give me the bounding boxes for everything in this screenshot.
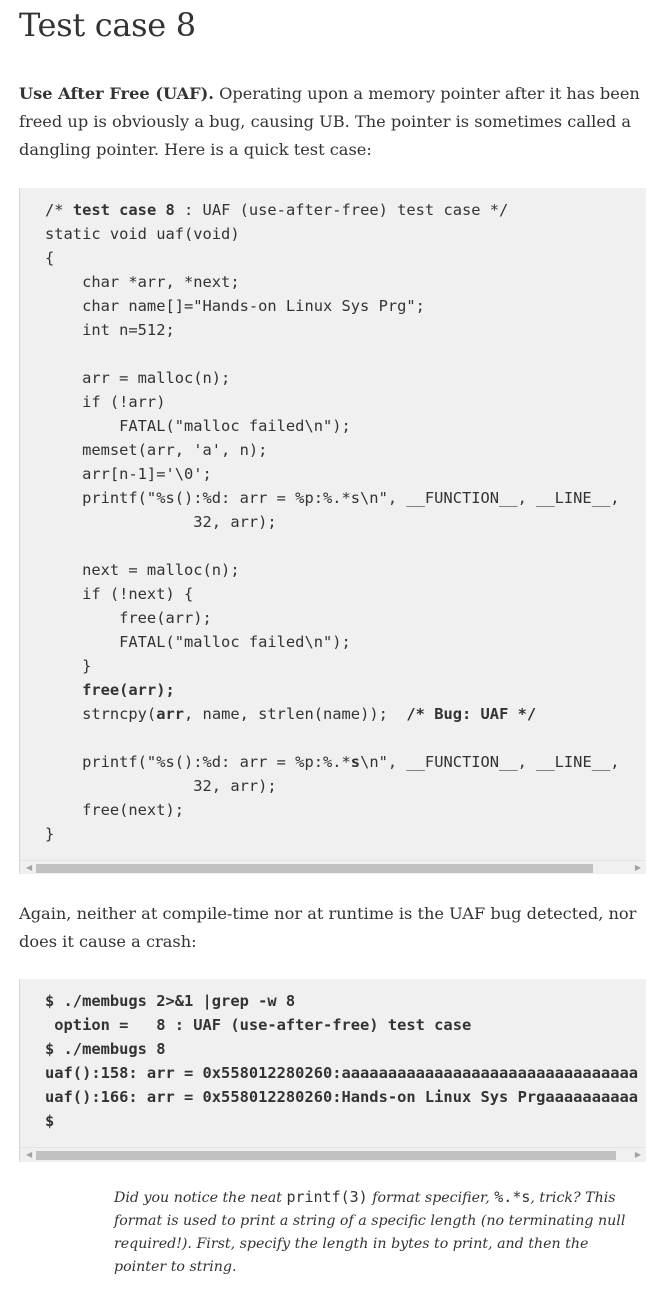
note-text-1: Did you notice the neat [114, 1190, 287, 1206]
code-block-output: $ ./membugs 2>&1 |grep -w 8 option = 8 :… [19, 979, 646, 1162]
code-token: char name[]="Hands-on Linux Sys Prg"; [45, 297, 425, 315]
code-line: $ ./membugs 2>&1 |grep -w 8 [45, 989, 638, 1013]
code-token: arr [156, 705, 185, 723]
code-token: if (!arr) [45, 393, 166, 411]
code-token: $ [45, 1112, 55, 1130]
code-token: arr = malloc(n); [45, 369, 231, 387]
code-line: memset(arr, 'a', n); [45, 438, 620, 462]
code-line: { [45, 246, 620, 270]
code-line: $ [45, 1109, 638, 1133]
terminal-output: $ ./membugs 2>&1 |grep -w 8 option = 8 :… [45, 989, 638, 1133]
code-line: if (!arr) [45, 390, 620, 414]
code-token: static void uaf(void) [45, 225, 240, 243]
code-token: printf("%s():%d: arr = %p:%.*s\n", __FUN… [45, 489, 620, 507]
code-token: } [45, 825, 55, 843]
code-token: /* [45, 201, 73, 219]
code-token: next = malloc(n); [45, 561, 240, 579]
code-token: uaf():166: arr = 0x558012280260:Hands-on… [45, 1088, 639, 1106]
code-line: char name[]="Hands-on Linux Sys Prg"; [45, 294, 620, 318]
code-line: /* test case 8 : UAF (use-after-free) te… [45, 198, 620, 222]
tip-note: Did you notice the neat printf(3) format… [114, 1186, 634, 1279]
code-line: static void uaf(void) [45, 222, 620, 246]
code-listing: /* test case 8 : UAF (use-after-free) te… [45, 198, 620, 846]
scroll-left-icon[interactable]: ◀ [26, 863, 32, 873]
code-token: 32, arr); [45, 777, 277, 795]
code-token: free(arr); [82, 681, 175, 699]
code-token: $ ./membugs 8 [45, 1040, 166, 1058]
code-token: , name, strlen(name)); [184, 705, 407, 723]
code-token: strncpy( [45, 705, 157, 723]
code-line: arr = malloc(n); [45, 366, 620, 390]
code-token: option = 8 : UAF (use-after-free) test c… [45, 1016, 472, 1034]
note-code-printf: printf(3) [286, 1188, 368, 1206]
code-token: free(next); [45, 801, 184, 819]
code-line: strncpy(arr, name, strlen(name)); /* Bug… [45, 702, 620, 726]
scroll-left-icon[interactable]: ◀ [26, 1150, 32, 1160]
code-token: if (!next) { [45, 585, 194, 603]
code-token: FATAL("malloc failed\n"); [45, 633, 351, 651]
code-token: } [45, 657, 92, 675]
code-line: FATAL("malloc failed\n"); [45, 630, 620, 654]
code-line: } [45, 654, 620, 678]
code-token: : UAF (use-after-free) test case */ [174, 201, 509, 219]
code-token: s [350, 753, 361, 771]
code-line: if (!next) { [45, 582, 620, 606]
uaf-term: Use After Free (UAF). [19, 84, 214, 103]
code-token: memset(arr, 'a', n); [45, 441, 268, 459]
code-token: free(arr); [45, 609, 212, 627]
code-token: printf("%s():%d: arr = %p:%.* [45, 753, 351, 771]
code-line: FATAL("malloc failed\n"); [45, 414, 620, 438]
code-line: 32, arr); [45, 774, 620, 798]
code-token: /* Bug: UAF */ [406, 705, 537, 723]
code-line: int n=512; [45, 318, 620, 342]
code-block-uaf: /* test case 8 : UAF (use-after-free) te… [19, 188, 646, 874]
code-line: free(arr); [45, 678, 620, 702]
code-line: uaf():166: arr = 0x558012280260:Hands-on… [45, 1085, 638, 1109]
scrollbar-thumb[interactable] [36, 864, 593, 873]
code-token: 32, arr); [45, 513, 277, 531]
scrollbar-thumb[interactable] [36, 1151, 616, 1160]
code-token: \n", __FUNCTION__, __LINE__, [360, 753, 620, 771]
code-line: next = malloc(n); [45, 558, 620, 582]
code-line: free(next); [45, 798, 620, 822]
code-line: $ ./membugs 8 [45, 1037, 638, 1061]
page-title: Test case 8 [19, 6, 196, 44]
code-token: { [45, 249, 55, 267]
code-line: option = 8 : UAF (use-after-free) test c… [45, 1013, 638, 1037]
horizontal-scrollbar[interactable]: ◀ ▶ [20, 860, 646, 874]
code-line: char *arr, *next; [45, 270, 620, 294]
code-line: free(arr); [45, 606, 620, 630]
code-line: } [45, 822, 620, 846]
scroll-right-icon[interactable]: ▶ [635, 863, 641, 873]
note-text-2: format specifier, [367, 1190, 495, 1206]
code-line: printf("%s():%d: arr = %p:%.*s\n", __FUN… [45, 750, 620, 774]
scroll-right-icon[interactable]: ▶ [635, 1150, 641, 1160]
intro-paragraph: Use After Free (UAF). Operating upon a m… [19, 80, 644, 164]
code-token: $ ./membugs 2>&1 |grep -w 8 [45, 992, 296, 1010]
code-line: uaf():158: arr = 0x558012280260:aaaaaaaa… [45, 1061, 638, 1085]
note-code-specifier: %.*s [494, 1188, 531, 1206]
code-token: arr[n-1]='\0'; [45, 465, 212, 483]
code-token: FATAL("malloc failed\n"); [45, 417, 351, 435]
code-token: int n=512; [45, 321, 175, 339]
code-line: printf("%s():%d: arr = %p:%.*s\n", __FUN… [45, 486, 620, 510]
code-token: char *arr, *next; [45, 273, 240, 291]
code-line: 32, arr); [45, 510, 620, 534]
code-token: uaf():158: arr = 0x558012280260:aaaaaaaa… [45, 1064, 639, 1082]
middle-paragraph: Again, neither at compile-time nor at ru… [19, 904, 637, 951]
code-token: test case 8 [72, 201, 175, 219]
horizontal-scrollbar-2[interactable]: ◀ ▶ [20, 1147, 646, 1162]
code-line: arr[n-1]='\0'; [45, 462, 620, 486]
